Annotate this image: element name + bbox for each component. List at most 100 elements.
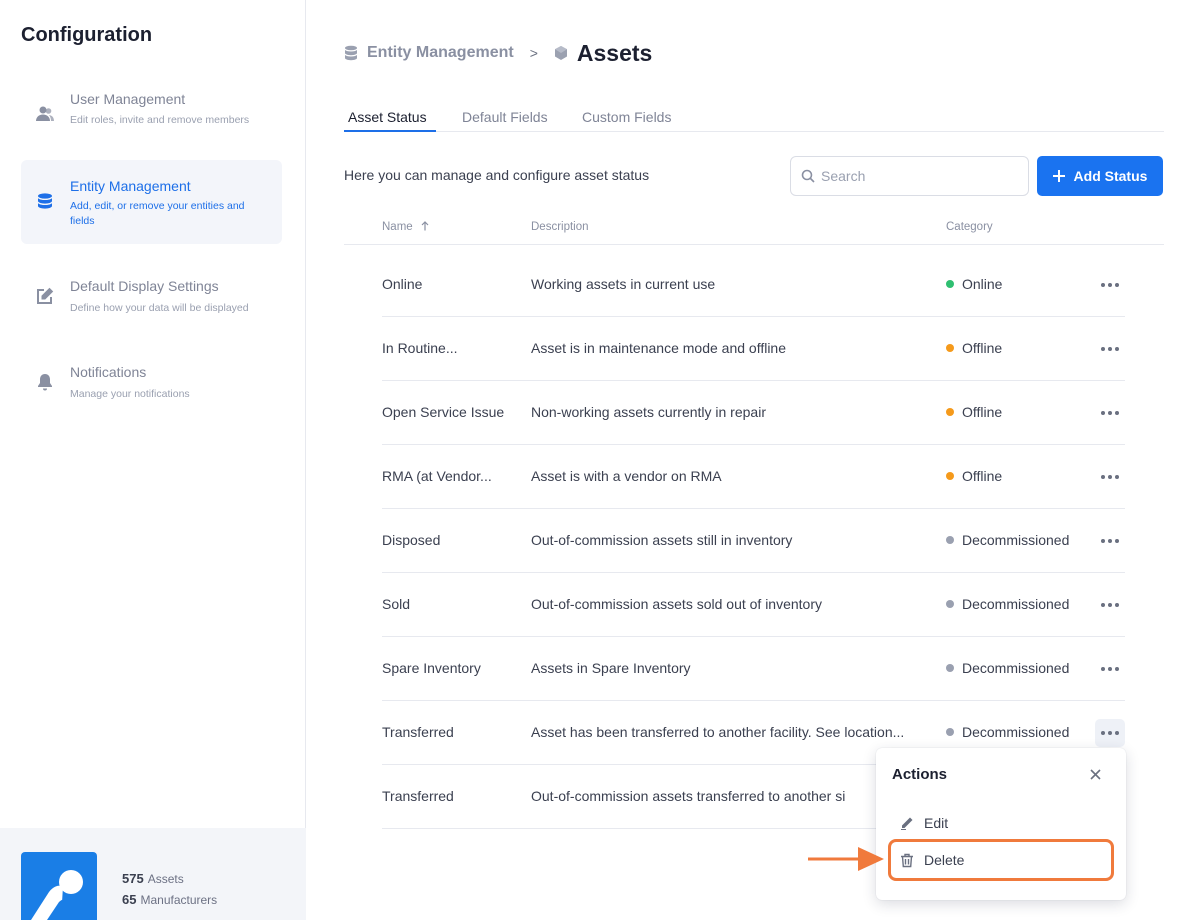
active-tab-indicator bbox=[344, 130, 436, 132]
assets-stat: 575 Assets bbox=[122, 871, 184, 886]
category-dot bbox=[946, 728, 954, 736]
status-description: Assets in Spare Inventory bbox=[531, 660, 691, 676]
more-actions-button[interactable] bbox=[1095, 591, 1125, 619]
more-dot bbox=[1108, 411, 1112, 415]
category-label: Decommissioned bbox=[962, 724, 1070, 740]
table-row[interactable]: Online Working assets in current use Onlin… bbox=[382, 253, 1125, 317]
sidebar-item-notifications[interactable]: Notifications Manage your notifications bbox=[21, 346, 282, 430]
more-actions-button[interactable] bbox=[1095, 399, 1125, 427]
assets-count: 575 bbox=[122, 871, 144, 886]
table-row[interactable]: Open Service Issue Non-working assets cur… bbox=[382, 381, 1125, 445]
status-name: Transferred bbox=[382, 724, 454, 740]
sidebar-item-default-display-settings[interactable]: Default Display Settings Define how your… bbox=[21, 260, 282, 344]
status-name: Transferred bbox=[382, 788, 454, 804]
more-dot bbox=[1108, 667, 1112, 671]
table-row[interactable]: Spare Inventory Assets in Spare Inventory… bbox=[382, 637, 1125, 701]
intro-text: Here you can manage and configure asset … bbox=[344, 167, 650, 183]
status-name: Spare Inventory bbox=[382, 660, 481, 676]
more-actions-button[interactable] bbox=[1095, 463, 1125, 491]
popover-title: Actions bbox=[892, 766, 948, 783]
more-actions-button[interactable] bbox=[1095, 335, 1125, 363]
more-actions-button[interactable] bbox=[1095, 271, 1125, 299]
category-badge: Offline bbox=[946, 404, 1002, 420]
category-label: Offline bbox=[962, 340, 1003, 356]
more-dot bbox=[1101, 347, 1105, 351]
edit-label: Edit bbox=[924, 815, 949, 831]
assets-label: Assets bbox=[147, 872, 184, 886]
more-actions-button[interactable] bbox=[1095, 719, 1125, 747]
category-label: Offline bbox=[962, 468, 1003, 484]
status-description: Asset is with a vendor on RMA bbox=[531, 468, 722, 484]
sidebar-item-desc: Add, edit, or remove your entities and f… bbox=[70, 200, 245, 227]
category-badge: Decommissioned bbox=[946, 532, 1069, 548]
users-icon bbox=[36, 106, 54, 121]
more-dot bbox=[1101, 411, 1105, 415]
status-description: Non-working assets currently in repair bbox=[531, 404, 766, 420]
status-description: Asset is in maintenance mode and offline bbox=[531, 340, 787, 356]
category-label: Decommissioned bbox=[962, 532, 1070, 548]
table-row[interactable]: RMA (at Vendor... Asset is with a vendor … bbox=[382, 445, 1125, 509]
status-name: In Routine... bbox=[382, 340, 458, 356]
more-dot bbox=[1101, 603, 1105, 607]
sidebar-item-entity-management[interactable]: Entity Management Add, edit, or remove y… bbox=[21, 160, 282, 244]
table-row[interactable]: Disposed Out-of-commission assets still i… bbox=[382, 509, 1125, 573]
column-header-description: Description bbox=[531, 221, 589, 233]
more-dot bbox=[1115, 539, 1119, 543]
category-label: Decommissioned bbox=[962, 660, 1070, 676]
sidebar-item-label: Default Display Settings bbox=[70, 278, 219, 294]
search-input[interactable] bbox=[821, 165, 1021, 187]
more-actions-button[interactable] bbox=[1095, 655, 1125, 683]
manufacturers-label: Manufacturers bbox=[140, 893, 218, 907]
status-name: Online bbox=[382, 276, 423, 292]
bell-icon bbox=[38, 374, 52, 391]
database-icon bbox=[345, 45, 357, 61]
sidebar-item-desc: Define how your data will be displayed bbox=[70, 302, 249, 314]
add-status-label: Add Status bbox=[1073, 168, 1148, 184]
category-badge: Decommissioned bbox=[946, 596, 1069, 612]
manufacturers-stat: 65 Manufacturers bbox=[122, 892, 217, 907]
tab-default-fields[interactable]: Default Fields bbox=[462, 109, 548, 125]
more-dot bbox=[1108, 347, 1112, 351]
page-title: Assets bbox=[576, 39, 653, 66]
table-row[interactable]: In Routine... Asset is in maintenance mod… bbox=[382, 317, 1125, 381]
status-name: RMA (at Vendor... bbox=[382, 468, 492, 484]
category-label: Offline bbox=[962, 404, 1003, 420]
status-description: Out-of-commission assets sold out of inv… bbox=[531, 596, 823, 612]
add-status-button[interactable]: Add Status bbox=[1037, 156, 1163, 196]
sidebar-item-label: Entity Management bbox=[70, 178, 191, 194]
more-dot bbox=[1115, 411, 1119, 415]
status-description: Out-of-commission assets transferred to … bbox=[531, 788, 846, 804]
status-description: Asset has been transferred to another fa… bbox=[531, 724, 905, 740]
sidebar-item-user-management[interactable]: User Management Edit roles, invite and r… bbox=[21, 74, 282, 158]
tab-asset-status[interactable]: Asset Status bbox=[348, 109, 427, 125]
more-dot bbox=[1115, 603, 1119, 607]
search-icon bbox=[801, 169, 815, 183]
search-field[interactable] bbox=[790, 156, 1029, 196]
category-label: Online bbox=[962, 276, 1003, 292]
category-dot bbox=[946, 344, 954, 352]
more-actions-button[interactable] bbox=[1095, 527, 1125, 555]
database-icon bbox=[38, 193, 52, 209]
delete-highlight-outline bbox=[888, 839, 1114, 881]
edit-menu-item[interactable]: Edit bbox=[900, 815, 948, 831]
category-badge: Online bbox=[946, 276, 1002, 292]
column-header-name[interactable]: Name bbox=[382, 221, 429, 233]
table-row[interactable]: Sold Out-of-commission assets sold out of… bbox=[382, 573, 1125, 637]
cube-icon bbox=[554, 46, 567, 60]
close-icon[interactable] bbox=[1089, 768, 1102, 781]
tab-custom-fields[interactable]: Custom Fields bbox=[582, 109, 671, 125]
sidebar-title: Configuration bbox=[21, 24, 153, 46]
category-dot bbox=[946, 664, 954, 672]
category-dot bbox=[946, 280, 954, 288]
category-label: Decommissioned bbox=[962, 596, 1070, 612]
more-dot bbox=[1108, 731, 1112, 735]
status-name: Open Service Issue bbox=[382, 404, 505, 420]
category-dot bbox=[946, 472, 954, 480]
breadcrumb-parent[interactable]: Entity Management bbox=[367, 44, 514, 62]
sidebar-item-label: Notifications bbox=[70, 364, 147, 380]
category-dot bbox=[946, 600, 954, 608]
more-dot bbox=[1101, 539, 1105, 543]
edit-square-icon bbox=[37, 287, 54, 304]
pencil-icon bbox=[901, 817, 913, 830]
sidebar-footer: 575 Assets 65 Manufacturers bbox=[0, 828, 306, 920]
